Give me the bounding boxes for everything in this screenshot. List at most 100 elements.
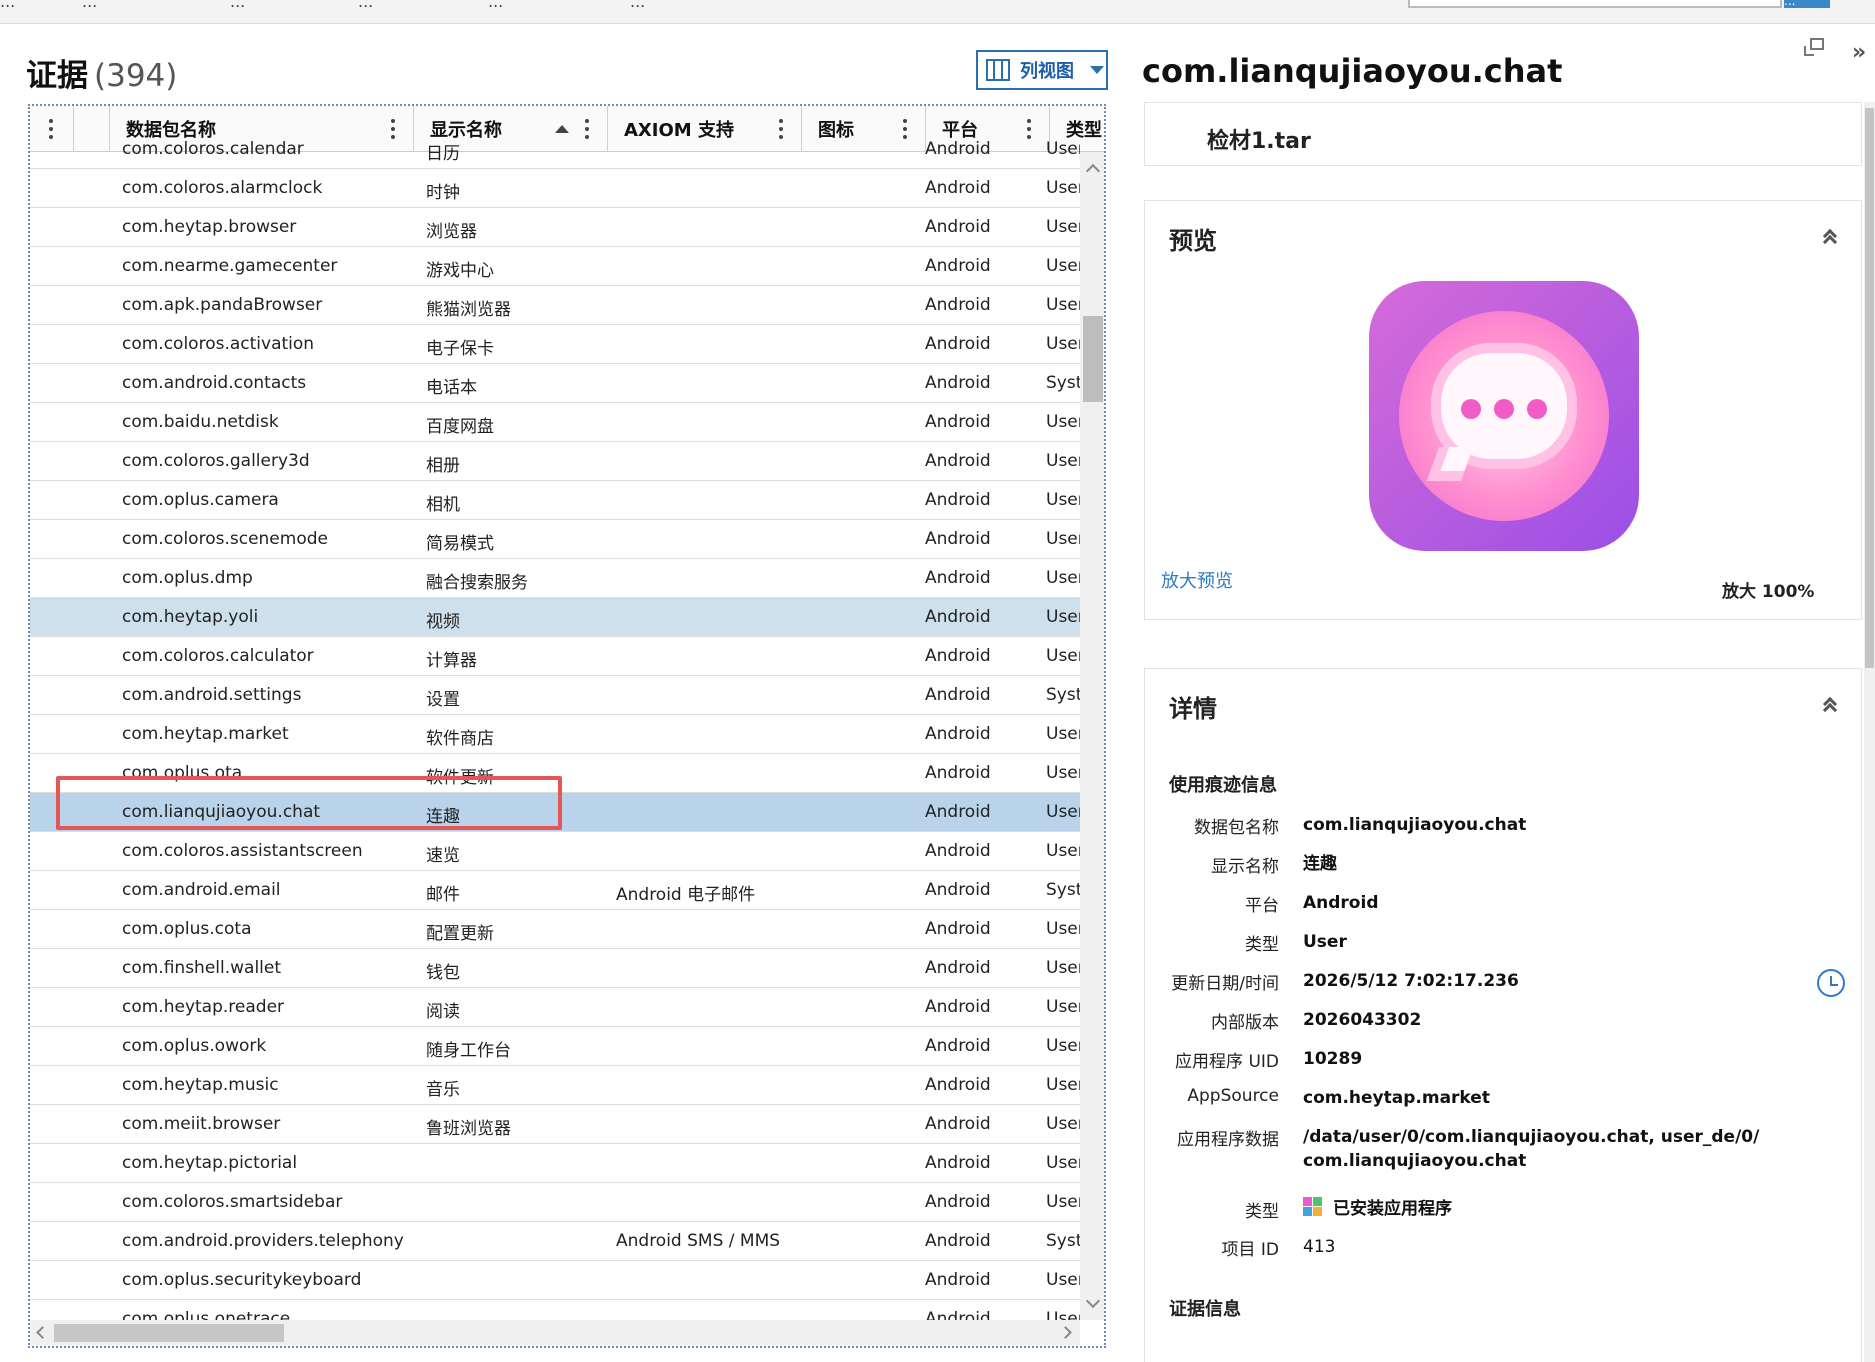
cell-platform: Android [925, 997, 991, 1017]
cell-package-name: com.android.settings [122, 685, 302, 705]
cell-package-name: com.coloros.scenemode [122, 529, 328, 549]
cell-type: User [1046, 178, 1080, 198]
cell-type: User [1046, 1036, 1080, 1056]
cell-type: User [1046, 451, 1080, 471]
cell-display-name: 浏览器 [426, 222, 477, 242]
table-row[interactable]: com.finshell.wallet 钱包 Android User [30, 949, 1080, 988]
cell-type: User [1046, 529, 1080, 549]
scroll-left-icon[interactable] [36, 1326, 49, 1339]
scroll-right-icon[interactable] [1059, 1326, 1072, 1339]
table-row[interactable]: com.android.providers.telephony Android S… [30, 1222, 1080, 1261]
cell-type: User [1046, 217, 1080, 237]
search-input[interactable] [1408, 0, 1782, 8]
table-row[interactable]: com.heytap.reader 阅读 Android User [30, 988, 1080, 1027]
double-chevron-right-icon[interactable]: » [1852, 40, 1866, 65]
table-row[interactable]: com.heytap.market 软件商店 Android User [30, 715, 1080, 754]
cell-package-name: com.apk.pandaBrowser [122, 295, 323, 315]
column-view-button[interactable]: 列视图 [976, 50, 1108, 90]
table-row[interactable]: com.nearme.gamecenter 游戏中心 Android User [30, 247, 1080, 286]
table-row[interactable]: com.heytap.yoli 视频 Android User [30, 598, 1080, 637]
horizontal-scrollbar[interactable] [30, 1320, 1080, 1346]
cell-display-name: 简易模式 [426, 534, 494, 554]
cell-platform: Android [925, 295, 991, 315]
table-row[interactable]: com.baidu.netdisk 百度网盘 Android User [30, 403, 1080, 442]
table-row[interactable]: com.oplus.owork 随身工作台 Android User [30, 1027, 1080, 1066]
table-row[interactable]: com.android.settings 设置 Android System [30, 676, 1080, 715]
evidence-title-text: 证据 [26, 58, 88, 94]
toolbar-tab[interactable]: ... [230, 0, 245, 11]
cell-package-name: com.oplus.camera [122, 490, 279, 510]
table-row[interactable]: com.coloros.assistantscreen 速览 Android User [30, 832, 1080, 871]
field-value: Android [1303, 893, 1379, 913]
field-value: 2026043302 [1303, 1010, 1422, 1030]
evidence-count: (394) [94, 58, 178, 94]
cell-platform: Android [925, 685, 991, 705]
cell-type: User [1046, 1153, 1080, 1173]
toolbar-tab[interactable]: ... [0, 0, 15, 11]
collapse-up-icon[interactable] [1822, 228, 1838, 250]
evidence-title: 证据 (394) [26, 50, 177, 95]
cell-display-name: 游戏中心 [426, 261, 494, 281]
scroll-up-icon[interactable] [1085, 163, 1101, 179]
cell-display-name: 百度网盘 [426, 417, 494, 437]
clock-icon[interactable] [1817, 969, 1845, 997]
table-row[interactable]: com.coloros.smartsidebar Android User [30, 1183, 1080, 1222]
table-row[interactable]: com.oplus.cota 配置更新 Android User [30, 910, 1080, 949]
cell-type: User [1046, 256, 1080, 276]
cell-type: User [1046, 1270, 1080, 1290]
scroll-down-icon[interactable] [1085, 1293, 1101, 1309]
table-row[interactable]: com.coloros.gallery3d 相册 Android User [30, 442, 1080, 481]
table-row[interactable]: com.apk.pandaBrowser 熊猫浏览器 Android User [30, 286, 1080, 325]
table-row[interactable]: com.oplus.camera 相机 Android User [30, 481, 1080, 520]
cell-type: System [1046, 685, 1080, 705]
table-row[interactable]: com.heytap.pictorial Android User [30, 1144, 1080, 1183]
vertical-scrollbar[interactable] [1080, 152, 1104, 1320]
collapse-up-icon[interactable] [1822, 696, 1838, 718]
cell-package-name: com.heytap.music [122, 1075, 279, 1095]
detail-scrollbar[interactable] [1864, 102, 1875, 1362]
toolbar-tab[interactable]: ... [82, 0, 97, 11]
cell-display-name: 鲁班浏览器 [426, 1119, 511, 1139]
table-row[interactable]: com.coloros.activation 电子保卡 Android User [30, 325, 1080, 364]
field-value: 10289 [1303, 1049, 1363, 1069]
restore-window-icon[interactable] [1804, 38, 1824, 58]
cell-axiom-support: Android 电子邮件 [616, 885, 756, 905]
cell-package-name: com.heytap.yoli [122, 607, 259, 627]
field-label: 项目 ID [1221, 1240, 1279, 1260]
scroll-thumb[interactable] [1865, 108, 1874, 668]
table-row[interactable]: com.heytap.music 音乐 Android User [30, 1066, 1080, 1105]
table-row[interactable]: com.coloros.calendar 日历 Android User [30, 130, 1080, 169]
cell-package-name: com.coloros.activation [122, 334, 315, 354]
cell-type: System [1046, 1231, 1080, 1251]
cell-type: User [1046, 958, 1080, 978]
cell-type: System [1046, 373, 1080, 393]
cell-platform: Android [925, 139, 991, 159]
cell-type: User [1046, 724, 1080, 744]
table-row[interactable]: com.oplus.securitykeyboard Android User [30, 1261, 1080, 1300]
scroll-thumb[interactable] [1083, 316, 1103, 402]
field-value: com.lianqujiaoyou.chat [1303, 815, 1527, 835]
table-row[interactable]: com.heytap.browser 浏览器 Android User [30, 208, 1080, 247]
table-row[interactable]: com.android.email 邮件 Android 电子邮件 Android Sy… [30, 871, 1080, 910]
toolbar-tab[interactable]: ... [488, 0, 503, 11]
table-row[interactable]: com.coloros.alarmclock 时钟 Android User [30, 169, 1080, 208]
search-button[interactable]: ... [1784, 0, 1830, 8]
toolbar-tab[interactable]: ... [630, 0, 645, 11]
table-row[interactable]: com.coloros.calculator 计算器 Android User [30, 637, 1080, 676]
cell-type: User [1046, 334, 1080, 354]
cell-display-name: 电子保卡 [426, 339, 494, 359]
table-row[interactable]: com.meiit.browser 鲁班浏览器 Android User [30, 1105, 1080, 1144]
cell-type: User [1046, 139, 1080, 159]
toolbar-tab[interactable]: ... [358, 0, 373, 11]
cell-type: User [1046, 490, 1080, 510]
cell-package-name: com.oplus.cota [122, 919, 252, 939]
field-value: 已安装应用程序 [1333, 1199, 1452, 1219]
table-row[interactable]: com.android.contacts 电话本 Android System [30, 364, 1080, 403]
table-row[interactable]: com.oplus.dmp 融合搜索服务 Android User [30, 559, 1080, 598]
cell-platform: Android [925, 841, 991, 861]
cell-type: User [1046, 295, 1080, 315]
scroll-thumb[interactable] [54, 1324, 284, 1342]
cell-display-name: 电话本 [426, 378, 477, 398]
table-row[interactable]: com.coloros.scenemode 简易模式 Android User [30, 520, 1080, 559]
zoom-preview-link[interactable]: 放大预览 [1161, 567, 1233, 593]
